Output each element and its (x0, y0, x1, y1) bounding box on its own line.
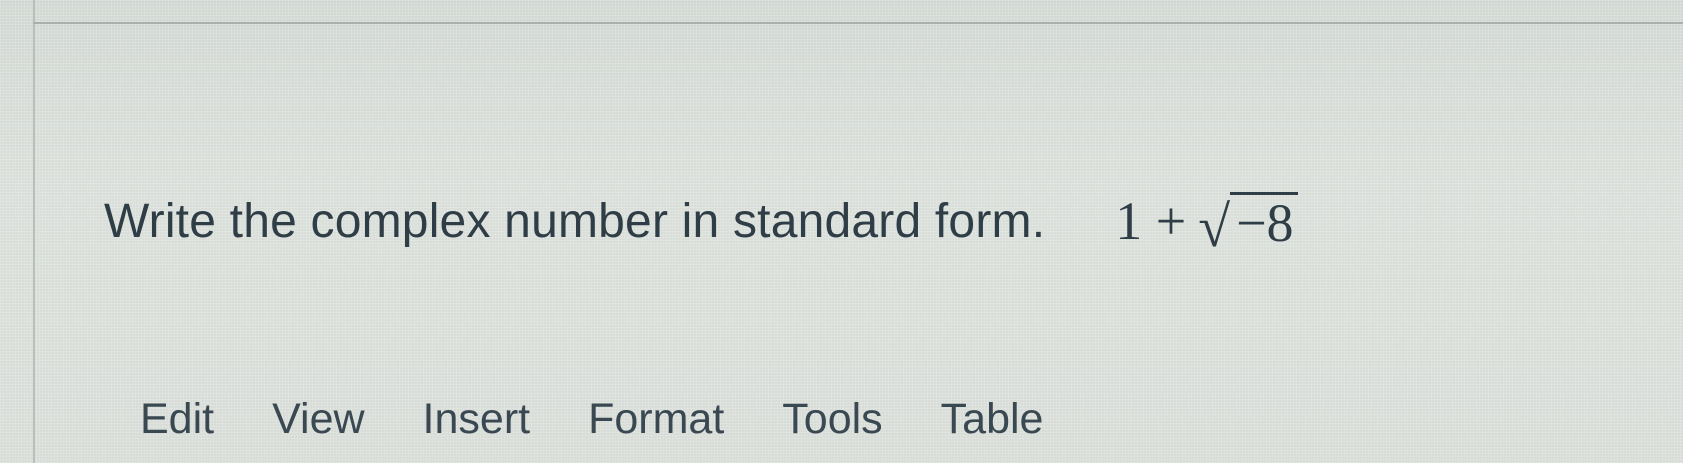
menu-format[interactable]: Format (588, 395, 724, 444)
menu-table[interactable]: Table (941, 395, 1044, 444)
menu-insert[interactable]: Insert (423, 395, 531, 444)
math-expression-lead: 1 + (1115, 191, 1187, 251)
radical-symbol: √ (1198, 194, 1231, 259)
editor-menubar: Edit View Insert Format Tools Table (140, 395, 1043, 444)
content-left-border (33, 0, 35, 463)
menu-edit[interactable]: Edit (140, 395, 214, 444)
top-divider (33, 22, 1683, 24)
radicand: −8 (1230, 192, 1298, 252)
menu-tools[interactable]: Tools (782, 395, 882, 444)
square-root: √ −8 (1198, 192, 1298, 256)
question-prompt: Write the complex number in standard for… (104, 190, 1298, 256)
menu-view[interactable]: View (272, 395, 364, 444)
math-expression: 1 + √ −8 (1115, 190, 1298, 256)
question-text: Write the complex number in standard for… (104, 194, 1046, 248)
